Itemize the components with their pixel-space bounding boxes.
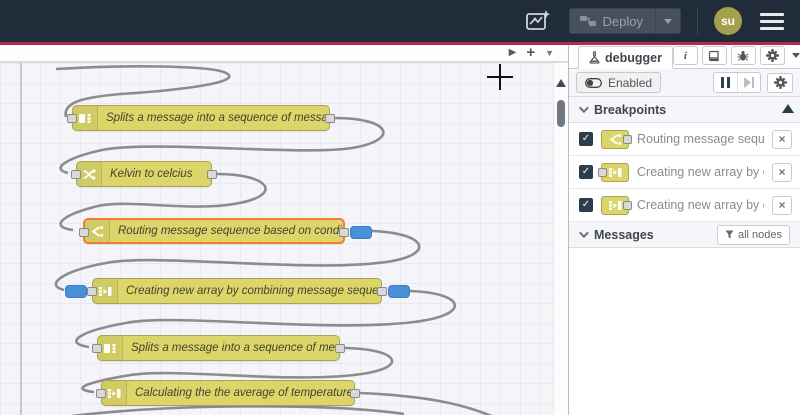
messages-section-header[interactable]: Messages all nodes [569,222,800,248]
join-node-mini-icon [601,195,632,215]
breakpoints-list: ✓ Routing message sequence ba × ✓ Creating n… [569,123,800,222]
step-icon[interactable] [737,73,760,92]
funnel-icon [725,230,734,239]
breakpoint-row[interactable]: ✓ Creating new array by combini × [569,189,800,222]
node-label: Routing message sequence based on condit… [118,225,343,237]
gear-icon[interactable] [759,46,785,65]
breakpoints-section-header[interactable]: Breakpoints [569,97,800,123]
breakpoint-marker[interactable] [388,285,410,298]
output-port[interactable] [350,389,360,398]
switch-node-mini-icon [601,129,632,149]
flow-node-join[interactable]: Calculating the the average of temperatu… [96,380,360,406]
flow-canvas[interactable]: Splits a message into a sequence of mess… [0,62,568,415]
add-flow-button[interactable]: + [526,45,535,60]
breakpoint-marker[interactable] [350,226,372,239]
input-port[interactable] [96,389,106,398]
node-label: Creating new array by combining message … [126,285,381,297]
output-port[interactable] [377,287,387,296]
deploy-options-button[interactable] [655,9,680,33]
flow-node-switch[interactable]: Routing message sequence based on condit… [79,218,372,244]
flow-node-join[interactable]: Creating new array by combining message … [65,278,410,304]
deploy-label: Deploy [602,13,643,29]
deploy-button[interactable]: Deploy [568,8,681,34]
sidebar-tab-icons: i [672,46,800,68]
flow-node-split[interactable]: Splits a message into a sequence of mess… [92,335,345,361]
pause-icon[interactable] [714,73,737,92]
deploy-button-main[interactable]: Deploy [570,14,655,29]
sidebar-tab-label: debugger [605,50,662,65]
input-port[interactable] [87,287,97,296]
breakpoint-marker[interactable] [65,285,87,298]
remove-breakpoint-button[interactable]: × [772,129,792,149]
sidebar-menu-caret-icon[interactable] [791,53,800,58]
tab-debugger[interactable]: debugger [578,46,673,69]
output-port[interactable] [335,344,345,353]
messages-title: Messages [594,227,654,242]
remove-breakpoint-button[interactable]: × [772,195,792,215]
input-port[interactable] [67,114,77,123]
chevron-down-icon [578,103,589,114]
message-filter-label: all nodes [737,228,782,241]
output-port[interactable] [325,114,335,123]
caret-down-icon [664,18,672,24]
debugger-controls [713,72,793,93]
wire[interactable] [71,405,405,415]
breakpoint-row[interactable]: ✓ Creating new array by combini × [569,156,800,189]
breakpoint-checkbox[interactable]: ✓ [579,198,593,212]
canvas-scrollbar-thumb[interactable] [557,100,565,127]
breakpoint-label: Creating new array by combini [637,198,764,212]
breakpoint-label: Routing message sequence ba [637,132,764,146]
flow-snapshot-icon[interactable] [523,6,553,36]
remove-breakpoint-button[interactable]: × [772,162,792,182]
sidebar-tabbar: debugger i [569,45,800,69]
output-port[interactable] [339,228,349,237]
debugger-settings-gear-icon[interactable] [767,72,793,93]
node-label: Splits a message into a sequence of mess… [106,112,329,124]
node-label: Kelvin to celcius [110,168,193,180]
book-icon[interactable] [701,46,727,65]
breakpoints-title: Breakpoints [594,102,667,117]
breakpoint-label: Creating new array by combini [637,165,764,179]
output-port[interactable] [207,170,217,179]
user-avatar[interactable]: su [714,7,742,35]
join-node-mini-icon [598,162,629,182]
input-port[interactable] [71,170,81,179]
node-label: Splits a message into a sequence of mess… [131,342,339,354]
app-header: Deploy su [0,0,800,42]
list-scroll-up-icon[interactable] [782,104,794,113]
pause-step-group [713,72,761,93]
bug-icon[interactable] [730,46,756,65]
toggle-icon [585,77,602,88]
debugger-toolbar: Enabled [569,69,800,97]
breakpoint-checkbox[interactable]: ✓ [579,165,593,179]
info-icon[interactable]: i [672,46,698,65]
output-port-indicator [623,200,632,210]
input-port-indicator [598,167,607,177]
flow-tabbar: ▶ + ▼ [0,45,568,62]
messages-body [569,248,800,414]
header-divider [697,8,698,34]
message-filter-button[interactable]: all nodes [716,224,790,245]
node-red-window: Deploy su ▶ + ▼ Splits a message into a … [0,0,800,415]
output-port-indicator [623,134,632,144]
scroll-up-icon[interactable] [556,79,566,87]
flask-icon [589,51,600,64]
main-menu-icon[interactable] [758,9,786,34]
debugger-enabled-toggle[interactable]: Enabled [576,72,662,93]
node-icon [579,16,596,26]
breakpoint-checkbox[interactable]: ✓ [579,132,593,146]
enabled-label: Enabled [608,75,653,90]
flow-list-icon[interactable]: ▼ [545,48,554,58]
input-port[interactable] [92,344,102,353]
tab-scroll-right-icon[interactable]: ▶ [509,48,517,58]
input-port[interactable] [79,228,89,237]
flow-node-split[interactable]: Splits a message into a sequence of mess… [67,105,335,131]
sidebar: debugger i Enabled Breakpoints ✓ Routing… [568,45,800,415]
canvas-scrollbar[interactable] [553,63,568,415]
flow-node-change[interactable]: Kelvin to celcius [71,161,217,187]
breakpoint-row[interactable]: ✓ Routing message sequence ba × [569,123,800,156]
node-label: Calculating the the average of temperatu… [135,387,353,399]
chevron-down-icon [578,228,589,239]
